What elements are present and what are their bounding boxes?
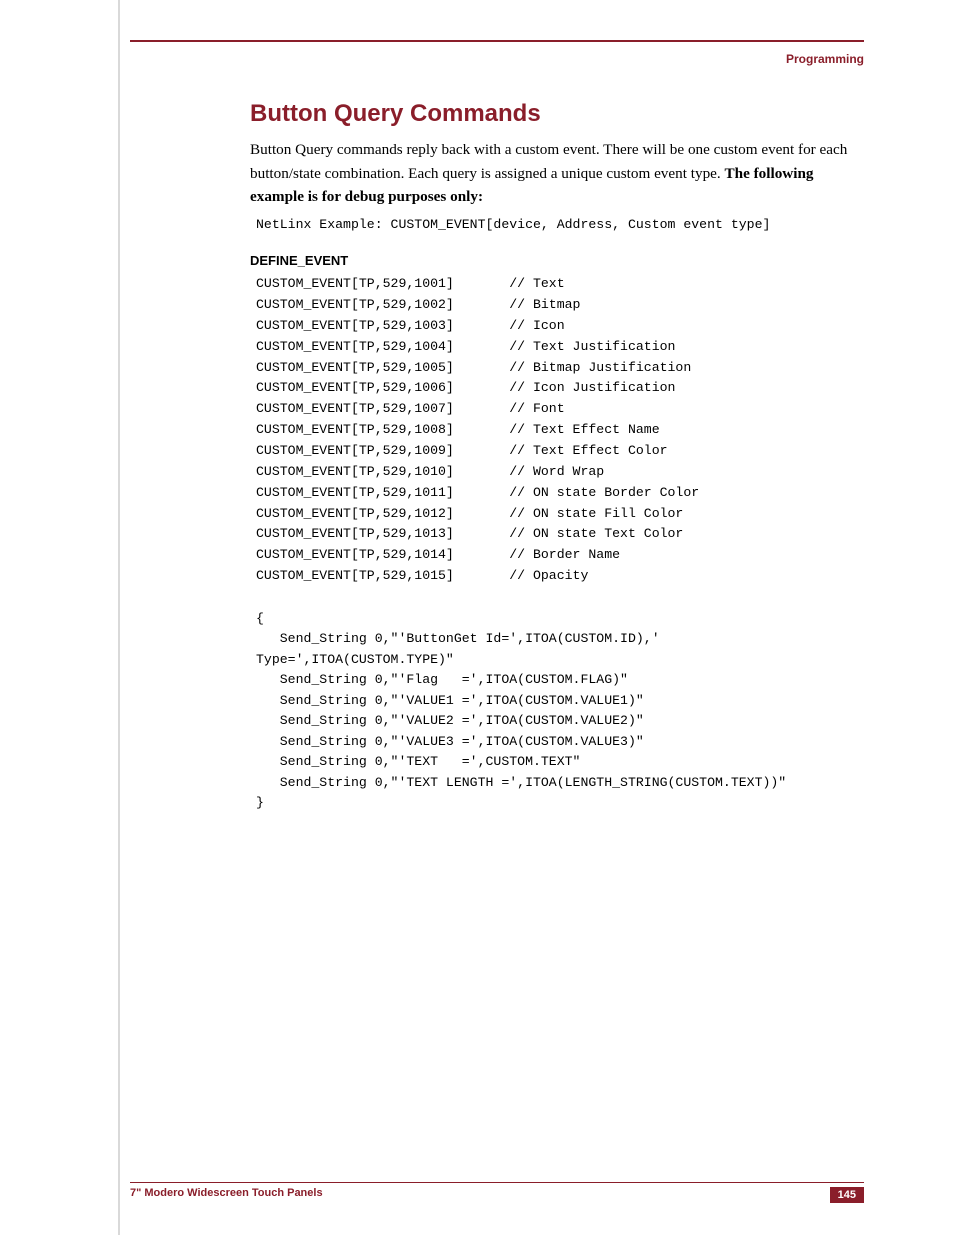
event-row: CUSTOM_EVENT[TP,529,1013] // ON state Te… xyxy=(256,524,864,545)
page-number: 145 xyxy=(830,1187,864,1203)
event-row: CUSTOM_EVENT[TP,529,1004] // Text Justif… xyxy=(256,337,864,358)
footer-rule xyxy=(130,1182,864,1183)
footer-title: 7" Modero Widescreen Touch Panels xyxy=(130,1187,323,1203)
code-block: { Send_String 0,"'ButtonGet Id=',ITOA(CU… xyxy=(256,609,864,814)
netlinx-example: NetLinx Example: CUSTOM_EVENT[device, Ad… xyxy=(256,215,864,235)
intro-bold-2: example is for debug purposes only: xyxy=(250,188,483,205)
event-row: CUSTOM_EVENT[TP,529,1008] // Text Effect… xyxy=(256,420,864,441)
event-row: CUSTOM_EVENT[TP,529,1007] // Font xyxy=(256,399,864,420)
intro-line1: Button Query commands reply back with a … xyxy=(250,141,847,158)
event-row: CUSTOM_EVENT[TP,529,1002] // Bitmap xyxy=(256,295,864,316)
define-event-heading: DEFINE_EVENT xyxy=(250,253,864,268)
event-row: CUSTOM_EVENT[TP,529,1011] // ON state Bo… xyxy=(256,483,864,504)
content-area: Button Query Commands Button Query comma… xyxy=(250,100,864,814)
top-rule xyxy=(130,40,864,42)
event-row: CUSTOM_EVENT[TP,529,1009] // Text Effect… xyxy=(256,441,864,462)
event-row: CUSTOM_EVENT[TP,529,1015] // Opacity xyxy=(256,566,864,587)
event-row: CUSTOM_EVENT[TP,529,1006] // Icon Justif… xyxy=(256,378,864,399)
header-section-label: Programming xyxy=(130,52,864,66)
footer-row: 7" Modero Widescreen Touch Panels 145 xyxy=(130,1187,864,1203)
event-row: CUSTOM_EVENT[TP,529,1010] // Word Wrap xyxy=(256,462,864,483)
intro-paragraph: Button Query commands reply back with a … xyxy=(250,138,864,209)
section-title: Button Query Commands xyxy=(250,100,864,128)
intro-bold-1: The following xyxy=(725,165,814,182)
event-row: CUSTOM_EVENT[TP,529,1003] // Icon xyxy=(256,316,864,337)
event-row: CUSTOM_EVENT[TP,529,1001] // Text xyxy=(256,274,864,295)
event-row: CUSTOM_EVENT[TP,529,1005] // Bitmap Just… xyxy=(256,358,864,379)
page-container: Programming Button Query Commands Button… xyxy=(0,0,954,1235)
intro-line2a: button/state combination. Each query is … xyxy=(250,165,725,182)
page-footer: 7" Modero Widescreen Touch Panels 145 xyxy=(130,1182,864,1203)
event-list: CUSTOM_EVENT[TP,529,1001] // TextCUSTOM_… xyxy=(256,274,864,587)
event-row: CUSTOM_EVENT[TP,529,1014] // Border Name xyxy=(256,545,864,566)
event-row: CUSTOM_EVENT[TP,529,1012] // ON state Fi… xyxy=(256,504,864,525)
